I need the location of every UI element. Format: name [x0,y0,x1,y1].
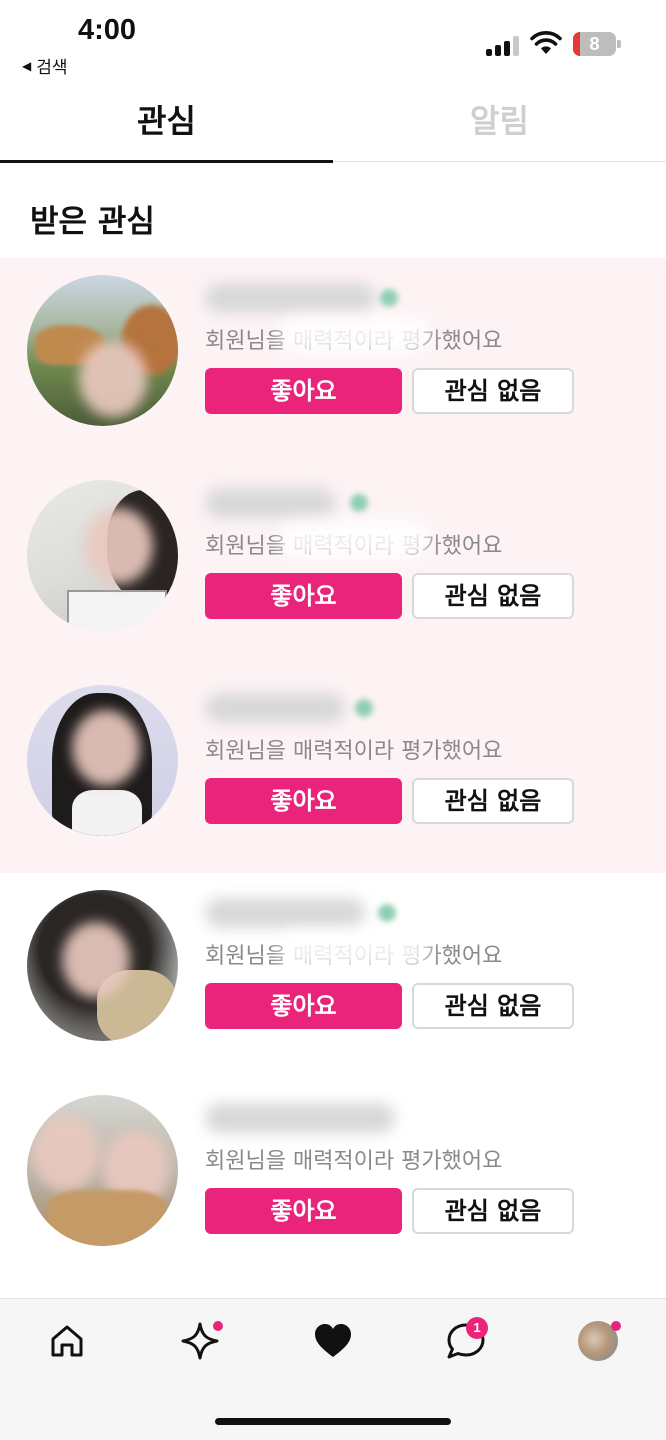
blurred-name [205,488,335,518]
avatar[interactable] [27,275,178,426]
status-bar: 4:00 ◀ 검색 8 [0,0,666,90]
item-description: 회원님을 매력적이라 평가했어요 [205,1149,503,1174]
home-icon[interactable] [45,1319,89,1363]
list-item[interactable]: 회원님을 매력적이라 평가했어요 좋아요 관심 없음 [0,1078,666,1283]
wifi-icon [530,31,562,54]
not-interested-button[interactable]: 관심 없음 [412,1188,574,1234]
like-button[interactable]: 좋아요 [205,368,402,414]
list-item[interactable]: 회원님을 매력적이라 평가했어요 좋아요 관심 없음 [0,873,666,1078]
blurred-name [205,693,345,723]
avatar[interactable] [27,480,178,631]
online-dot-icon [350,494,368,512]
not-interested-button[interactable]: 관심 없음 [412,573,574,619]
avatar[interactable] [27,685,178,836]
list-item[interactable]: 회원님을 매력적이라 평가했어요 좋아요 관심 없음 [0,258,666,463]
not-interested-button[interactable]: 관심 없음 [412,778,574,824]
not-interested-button[interactable]: 관심 없음 [412,368,574,414]
blurred-name [205,1103,395,1133]
avatar[interactable] [27,1095,178,1246]
status-time: 4:00 [78,14,137,46]
online-dot-icon [380,289,398,307]
tab-interest[interactable]: 관심 [0,90,333,163]
back-app-label: 검색 [36,58,68,78]
online-dot-icon [378,904,396,922]
bottom-navigation: 1 [0,1298,666,1440]
tab-notifications[interactable]: 알림 [333,90,666,161]
like-button[interactable]: 좋아요 [205,778,402,824]
chat-button[interactable]: 1 [444,1317,488,1363]
discover-button[interactable] [178,1319,223,1363]
blurred-name [205,898,365,928]
home-indicator[interactable] [215,1418,451,1425]
back-triangle-icon: ◀ [22,58,32,73]
back-to-app-link[interactable]: ◀ 검색 [22,53,68,78]
like-button[interactable]: 좋아요 [205,1188,402,1234]
item-description: 회원님을 매력적이라 평가했어요 [205,739,503,764]
battery-icon: 8 [573,32,621,56]
section-title: 받은 관심 [30,204,155,240]
tab-bar: 관심 알림 [0,90,666,163]
battery-level: 8 [589,34,600,54]
profile-indicator-dot [611,1321,621,1331]
like-button[interactable]: 좋아요 [205,983,402,1029]
list-item[interactable]: 회원님을 매력적이라 평가했어요 좋아요 관심 없음 [0,463,666,668]
cellular-signal-icon [486,34,520,56]
like-button[interactable]: 좋아요 [205,573,402,619]
not-interested-button[interactable]: 관심 없음 [412,983,574,1029]
heart-icon[interactable] [311,1319,355,1363]
list-item[interactable]: 회원님을 매력적이라 평가했어요 좋아요 관심 없음 [0,668,666,873]
online-dot-icon [355,699,373,717]
unread-badge: 1 [466,1317,488,1339]
received-interest-list: 회원님을 매력적이라 평가했어요 좋아요 관심 없음 회원님을 매력적이라 평가… [0,258,666,1283]
avatar[interactable] [27,890,178,1041]
new-indicator-dot [213,1321,223,1331]
blurred-name [205,283,375,313]
